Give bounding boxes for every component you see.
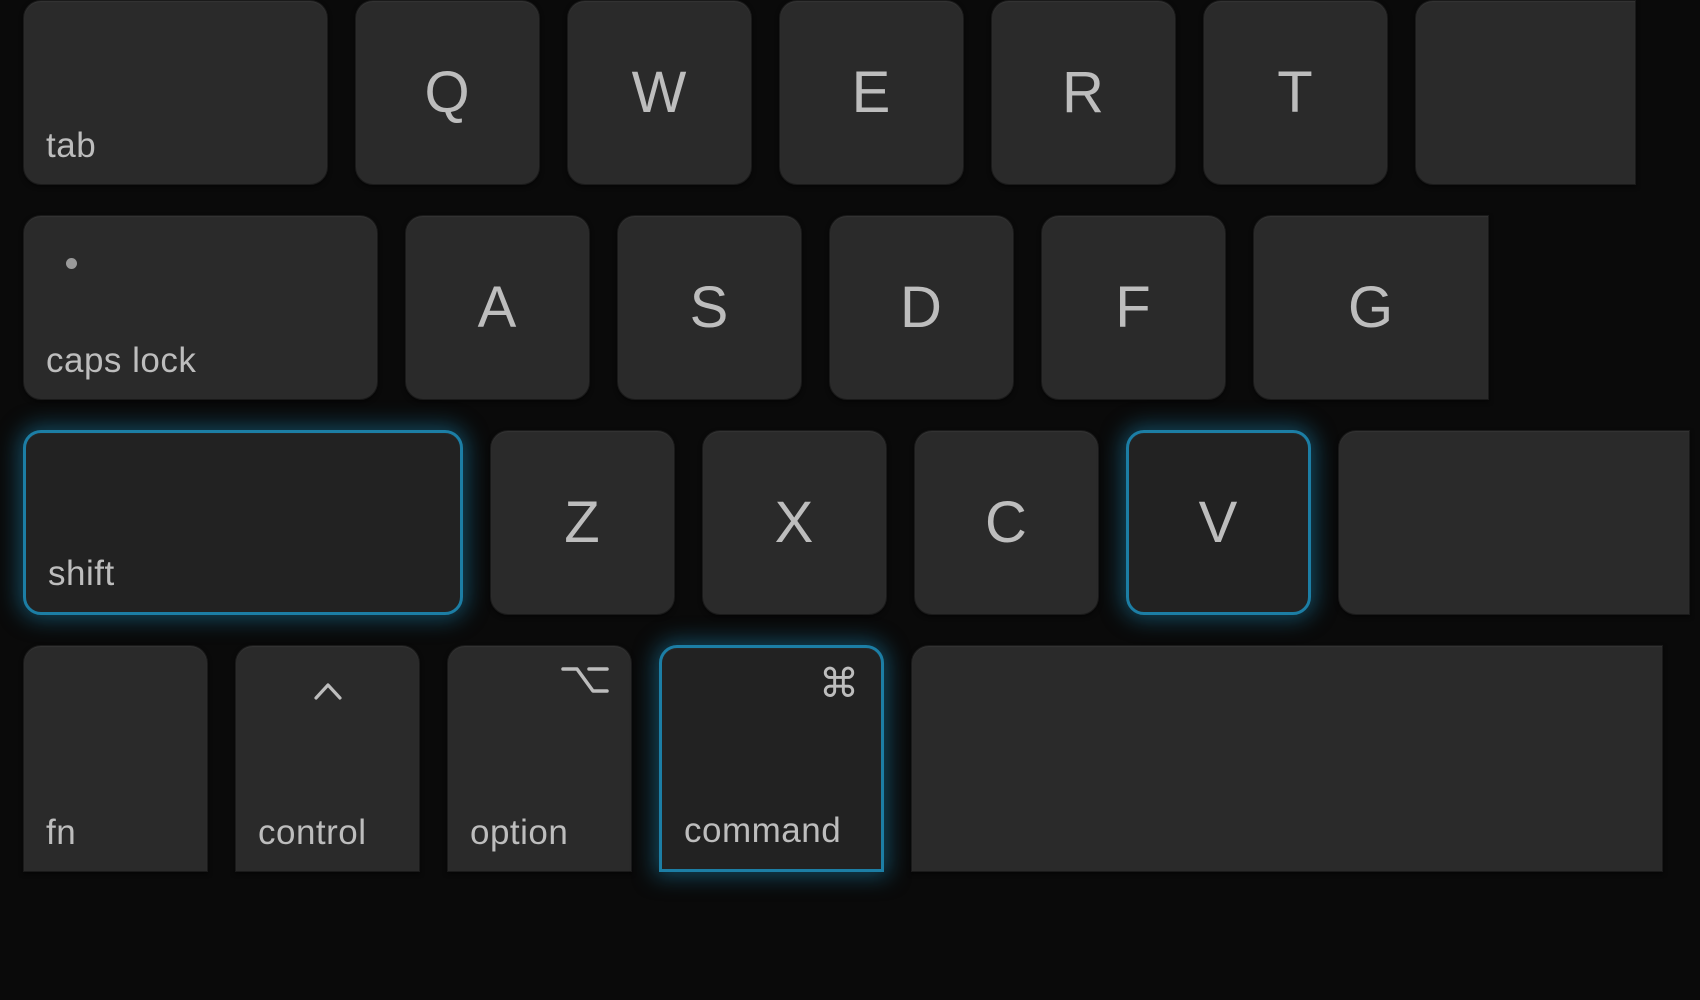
x-key[interactable]: X [702,430,887,615]
partial-key-r3[interactable] [1338,430,1690,615]
d-label: D [900,274,943,341]
e-key[interactable]: E [779,0,964,185]
command-glyph-icon: ⌘ [819,664,859,704]
control-label: control [258,813,367,853]
space-key[interactable] [911,645,1663,872]
command-label: command [684,811,841,851]
f-label: F [1115,274,1151,341]
option-glyph-icon [561,662,609,702]
shift-key[interactable]: shift [23,430,463,615]
t-key[interactable]: T [1203,0,1388,185]
c-key[interactable]: C [914,430,1099,615]
s-key[interactable]: S [617,215,802,400]
r-key[interactable]: R [991,0,1176,185]
t-label: T [1277,59,1313,126]
control-key[interactable]: control [235,645,420,872]
tab-key[interactable]: tab [23,0,328,185]
g-key[interactable]: G [1253,215,1489,400]
fn-label: fn [46,813,76,853]
caps-lock-label: caps lock [46,341,196,381]
e-label: E [852,59,892,126]
z-key[interactable]: Z [490,430,675,615]
shift-label: shift [48,554,115,594]
w-label: W [632,59,688,126]
r-label: R [1062,59,1105,126]
z-label: Z [564,489,600,556]
f-key[interactable]: F [1041,215,1226,400]
keyboard-row-4: fn control option [0,645,1700,872]
s-label: S [690,274,730,341]
keyboard-row-3: shift Z X C V [0,430,1700,615]
v-key[interactable]: V [1126,430,1311,615]
option-label: option [470,813,568,853]
q-label: Q [424,59,470,126]
option-key[interactable]: option [447,645,632,872]
x-label: X [775,489,815,556]
fn-key[interactable]: fn [23,645,208,872]
w-key[interactable]: W [567,0,752,185]
partial-key-r1[interactable] [1415,0,1636,185]
a-label: A [478,274,518,341]
tab-label: tab [46,126,96,166]
control-glyph-icon [236,662,419,708]
caps-lock-key[interactable]: caps lock [23,215,378,400]
c-label: C [985,489,1028,556]
d-key[interactable]: D [829,215,1014,400]
keyboard-row-2: caps lock A S D F G [0,215,1700,400]
keyboard: tab Q W E R T caps lock A S D [0,0,1700,1000]
command-key[interactable]: ⌘ command [659,645,884,872]
a-key[interactable]: A [405,215,590,400]
g-label: G [1348,274,1394,341]
q-key[interactable]: Q [355,0,540,185]
keyboard-row-1: tab Q W E R T [0,0,1700,185]
v-label: V [1199,489,1239,556]
caps-lock-indicator-icon [66,258,77,269]
